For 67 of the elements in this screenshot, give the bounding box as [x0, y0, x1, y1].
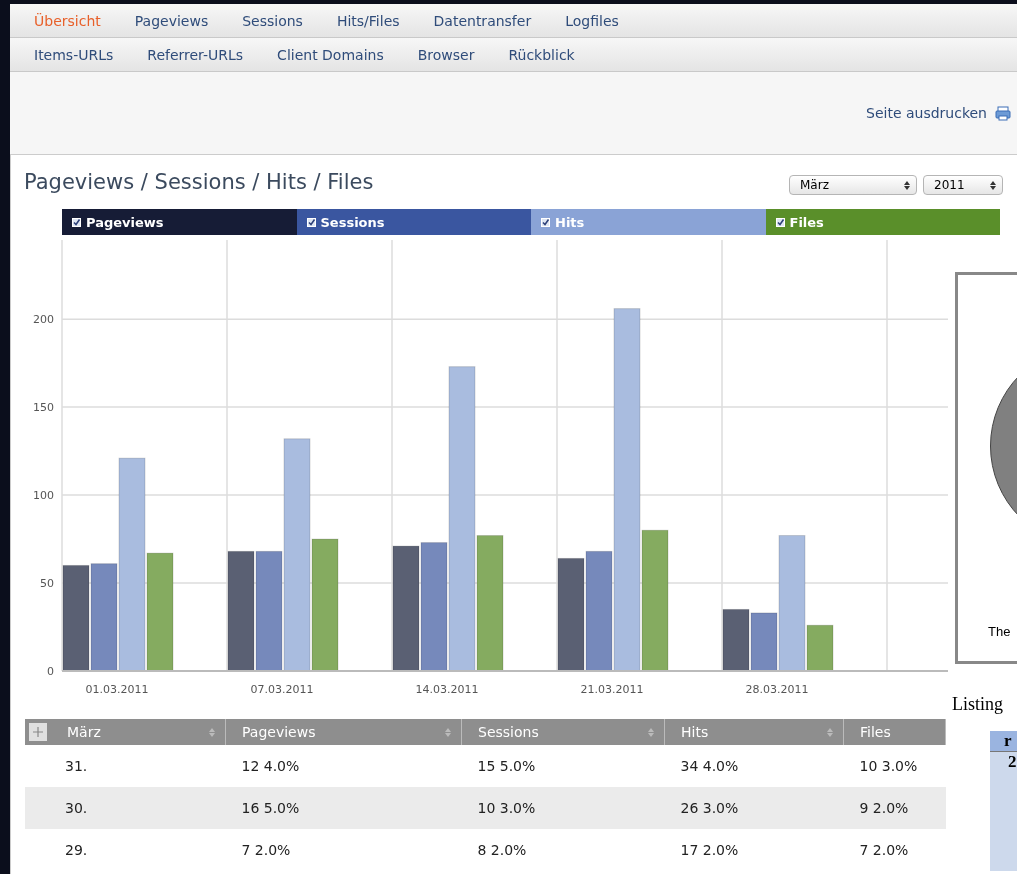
sort-icon: [445, 727, 451, 737]
sort-icon: [209, 727, 215, 737]
nav-tab[interactable]: Referrer-URLs: [147, 46, 244, 63]
table-cell: 16 5.0%: [241, 800, 300, 816]
y-axis-label: 150: [33, 401, 54, 415]
checkbox-icon[interactable]: [775, 217, 785, 227]
nav-tab[interactable]: Items-URLs: [34, 46, 114, 63]
table-cell: 7 2.0%: [241, 842, 291, 858]
column-label: März: [67, 724, 101, 740]
table-cell: 31.: [65, 758, 88, 774]
table-cell: 8 2.0%: [477, 842, 527, 858]
nav-tab[interactable]: Client Domains: [277, 46, 384, 63]
x-axis-label: 21.03.2011: [580, 683, 644, 696]
legend-item[interactable]: Sessions: [296, 209, 531, 235]
sort-icon: [827, 727, 833, 737]
y-axis-label: 100: [33, 489, 54, 503]
table-cell: 34 4.0%: [680, 758, 739, 774]
table-cell: 30.: [65, 800, 88, 816]
y-axis-label: 50: [40, 577, 54, 591]
column-label: Sessions: [478, 724, 539, 740]
legend-label: Pageviews: [86, 214, 164, 230]
nav-tab[interactable]: Hits/Files: [336, 12, 400, 29]
column-label: Hits: [681, 724, 709, 740]
nav-tab[interactable]: Pageviews: [134, 12, 209, 29]
nav-tab[interactable]: Logfiles: [565, 12, 619, 29]
table-cell: 9 2.0%: [859, 800, 909, 816]
nav-tab[interactable]: Sessions: [242, 12, 303, 29]
stepper-icon: [990, 180, 996, 190]
nav-tab[interactable]: Datentransfer: [433, 12, 532, 29]
table-cell: 26 3.0%: [680, 800, 739, 816]
nav-tab[interactable]: Rückblick: [508, 46, 575, 63]
y-axis-label: 200: [33, 313, 54, 327]
table-cell: 12 4.0%: [241, 758, 300, 774]
table-cell: 7 2.0%: [859, 842, 909, 858]
month-select[interactable]: März: [789, 175, 917, 195]
nav-tab[interactable]: Browser: [417, 46, 475, 63]
x-axis-label: 28.03.2011: [745, 683, 809, 696]
table-cell: 15 5.0%: [477, 758, 536, 774]
column-label: Pageviews: [242, 724, 316, 740]
legend-item[interactable]: Pageviews: [62, 209, 297, 235]
panel-title: Pageviews / Sessions / Hits / Files: [24, 170, 374, 194]
stepper-icon: [904, 180, 910, 190]
section-heading: Listing: [952, 694, 1004, 715]
sort-icon: [648, 727, 654, 737]
legend-label: Sessions: [320, 214, 385, 230]
year-select[interactable]: 2011: [923, 175, 1003, 195]
bar: [722, 608, 750, 672]
legend-label: Hits: [555, 214, 585, 230]
x-axis-label: 01.03.2011: [85, 683, 149, 696]
checkbox-icon[interactable]: [306, 217, 316, 227]
print-link[interactable]: Seite ausdrucken: [866, 105, 987, 121]
x-axis-label: 14.03.2011: [415, 683, 479, 696]
printer-icon[interactable]: [995, 105, 1011, 121]
legend-item[interactable]: Files: [765, 209, 1000, 235]
table-cell: 10 3.0%: [859, 758, 918, 774]
checkbox-icon[interactable]: [541, 217, 550, 227]
table-cell: 10 3.0%: [477, 800, 536, 816]
figure-caption: The: [988, 624, 1011, 639]
y-axis-label: 0: [47, 665, 54, 678]
column-label: Files: [860, 724, 891, 740]
table-header: r: [1004, 731, 1012, 750]
table-cell: 17 2.0%: [680, 842, 739, 858]
table-cell: 29.: [65, 842, 88, 858]
checkbox-icon[interactable]: [72, 217, 81, 227]
x-axis-label: 07.03.2011: [250, 683, 314, 696]
legend-label: Files: [789, 214, 824, 230]
table-cell: 2: [1008, 752, 1017, 771]
